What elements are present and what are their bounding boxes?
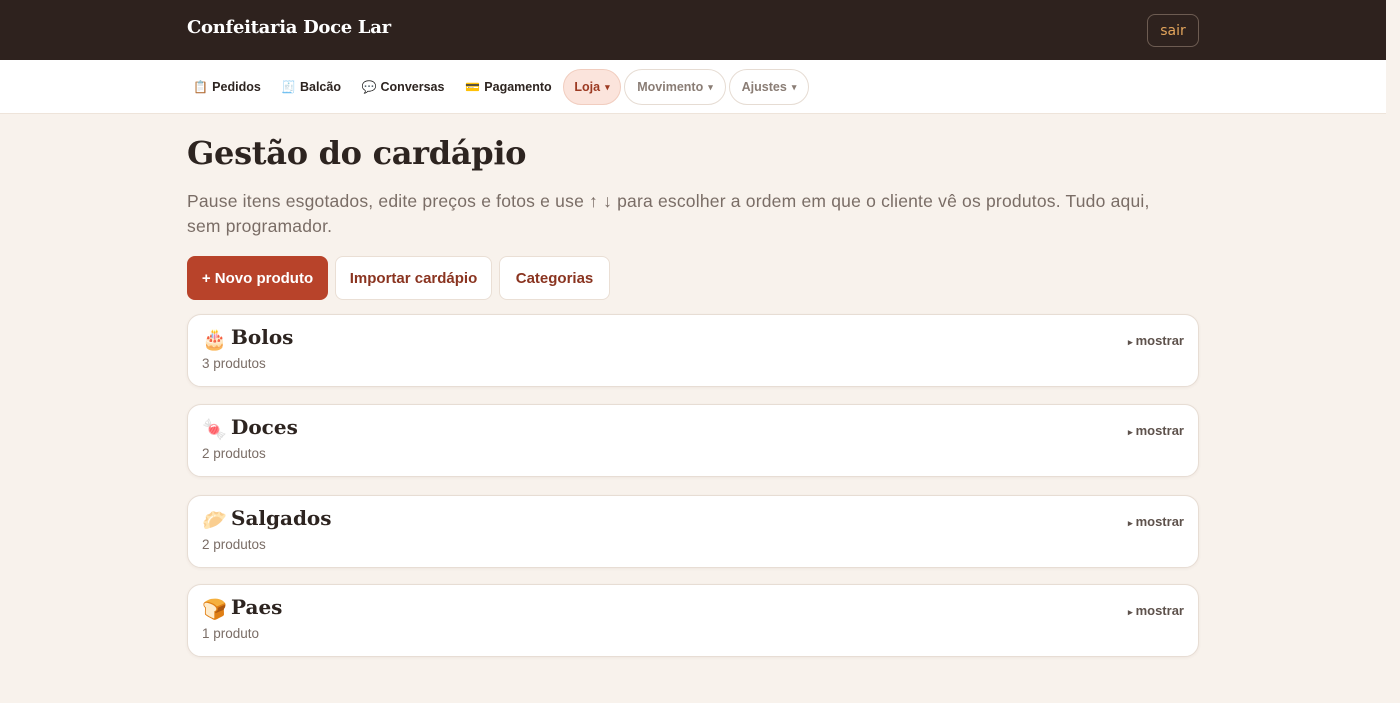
speech-bubble-icon: 💬 bbox=[361, 80, 377, 94]
triangle-right-icon: ▸ bbox=[1128, 427, 1133, 437]
show-toggle-label: mostrar bbox=[1135, 423, 1184, 438]
category-name: Bolos bbox=[231, 325, 294, 349]
show-toggle-label: mostrar bbox=[1135, 603, 1184, 618]
candy-icon: 🍬 bbox=[202, 417, 227, 441]
nav-item-conversas[interactable]: 💬 Conversas bbox=[361, 69, 445, 105]
receipt-icon: 🧾 bbox=[281, 80, 296, 94]
nav-item-balcao[interactable]: 🧾 Balcão bbox=[281, 69, 341, 105]
category-count: 2 produtos bbox=[202, 446, 266, 461]
category-name: Salgados bbox=[231, 506, 332, 530]
show-toggle-label: mostrar bbox=[1135, 514, 1184, 529]
nav-dropdown-loja[interactable]: Loja ▾ bbox=[563, 69, 621, 105]
category-card-doces[interactable]: 🍬 Doces 2 produtos ▸ mostrar bbox=[187, 404, 1199, 477]
triangle-right-icon: ▸ bbox=[1128, 518, 1133, 528]
caret-down-icon: ▾ bbox=[791, 81, 797, 92]
page-title: Gestão do cardápio bbox=[187, 134, 527, 172]
categories-button[interactable]: Categorias bbox=[499, 256, 610, 300]
cake-icon: 🎂 bbox=[202, 327, 227, 351]
nav-item-pedidos[interactable]: 📋 Pedidos bbox=[193, 69, 261, 105]
category-card-salgados[interactable]: 🥟 Salgados 2 produtos ▸ mostrar bbox=[187, 495, 1199, 568]
dumpling-icon: 🥟 bbox=[202, 508, 227, 532]
new-product-button[interactable]: + Novo produto bbox=[187, 256, 328, 300]
category-count: 1 produto bbox=[202, 626, 260, 641]
category-card-bolos[interactable]: 🎂 Bolos 3 produtos ▸ mostrar bbox=[187, 314, 1199, 387]
nav-item-label: Pedidos bbox=[212, 80, 261, 94]
nav-dropdown-label: Movimento bbox=[637, 80, 704, 94]
nav-dropdown-label: Loja bbox=[574, 80, 601, 94]
top-header: Confeitaria Doce Lar sair bbox=[0, 0, 1386, 60]
caret-down-icon: ▾ bbox=[605, 81, 610, 92]
nav-item-pagamento[interactable]: 💳 Pagamento bbox=[465, 69, 552, 105]
logout-button[interactable]: sair bbox=[1147, 14, 1199, 47]
show-toggle-label: mostrar bbox=[1135, 333, 1184, 348]
nav-dropdown-label: Ajustes bbox=[741, 80, 787, 94]
caret-down-icon: ▾ bbox=[708, 81, 713, 92]
nav-item-label: Conversas bbox=[380, 80, 445, 94]
nav-dropdown-movimento[interactable]: Movimento ▾ bbox=[624, 69, 726, 105]
nav-item-label: Balcão bbox=[299, 80, 341, 94]
show-toggle[interactable]: ▸ mostrar bbox=[1128, 333, 1184, 348]
import-menu-button[interactable]: Importar cardápio bbox=[335, 256, 492, 300]
nav-dropdown-ajustes[interactable]: Ajustes ▾ bbox=[729, 69, 809, 105]
category-name: Paes bbox=[231, 595, 283, 619]
nav-item-label: Pagamento bbox=[484, 80, 552, 94]
show-toggle[interactable]: ▸ mostrar bbox=[1128, 603, 1184, 618]
clipboard-icon: 📋 bbox=[193, 80, 209, 94]
category-count: 3 produtos bbox=[202, 356, 266, 371]
category-name: Doces bbox=[231, 415, 298, 439]
page-description: Pause itens esgotados, edite preços e fo… bbox=[187, 191, 1150, 236]
triangle-right-icon: ▸ bbox=[1128, 607, 1133, 617]
triangle-right-icon: ▸ bbox=[1128, 337, 1133, 347]
credit-card-icon: 💳 bbox=[465, 80, 481, 94]
show-toggle[interactable]: ▸ mostrar bbox=[1128, 514, 1184, 529]
bread-icon: 🍞 bbox=[202, 597, 227, 621]
show-toggle[interactable]: ▸ mostrar bbox=[1128, 423, 1184, 438]
category-count: 2 produtos bbox=[202, 537, 266, 552]
brand-name: Confeitaria Doce Lar bbox=[187, 17, 391, 38]
main-nav: 📋 Pedidos 🧾 Balcão 💬 Conversas 💳 Pagamen… bbox=[0, 60, 1386, 114]
category-card-paes[interactable]: 🍞 Paes 1 produto ▸ mostrar bbox=[187, 584, 1199, 657]
